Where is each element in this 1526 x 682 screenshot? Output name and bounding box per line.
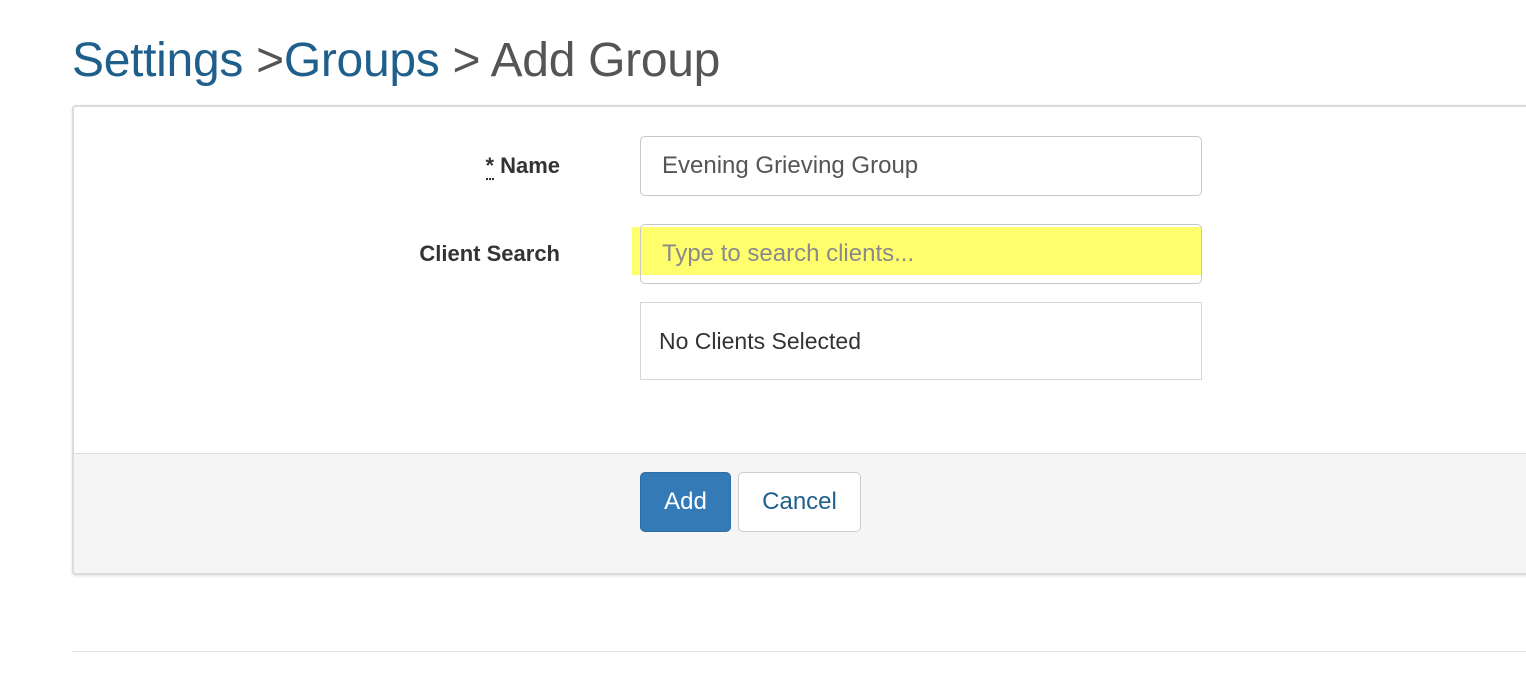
client-search-label-container: Client Search xyxy=(74,241,560,271)
breadcrumb-separator: > xyxy=(439,34,491,87)
bottom-divider xyxy=(72,651,1526,652)
name-input[interactable] xyxy=(640,136,1202,196)
breadcrumb-groups-link[interactable]: Groups xyxy=(284,34,440,87)
selected-clients-list: No Clients Selected xyxy=(640,302,1202,380)
name-label: * Name xyxy=(485,153,560,180)
breadcrumb-settings-link[interactable]: Settings xyxy=(72,34,243,87)
breadcrumb-separator: > xyxy=(243,34,284,87)
client-search-label: Client Search xyxy=(419,241,560,266)
form-footer: Add Cancel xyxy=(74,453,1526,573)
client-search-input[interactable] xyxy=(640,224,1202,284)
name-label-text: Name xyxy=(500,153,560,178)
cancel-button[interactable]: Cancel xyxy=(738,472,861,532)
page: Settings >Groups > Add Group *Name Clien… xyxy=(0,0,1526,682)
add-group-form-panel: *Name Client Search No Clients Selected … xyxy=(72,105,1526,575)
page-title: Add Group xyxy=(490,34,721,87)
form-body: *Name Client Search No Clients Selected xyxy=(74,107,1526,453)
selected-clients-empty-text: No Clients Selected xyxy=(659,328,861,354)
breadcrumb: Settings >Groups > Add Group xyxy=(72,30,720,92)
required-marker: * xyxy=(485,153,495,180)
add-button[interactable]: Add xyxy=(640,472,731,532)
name-label-container: * Name xyxy=(74,153,560,183)
